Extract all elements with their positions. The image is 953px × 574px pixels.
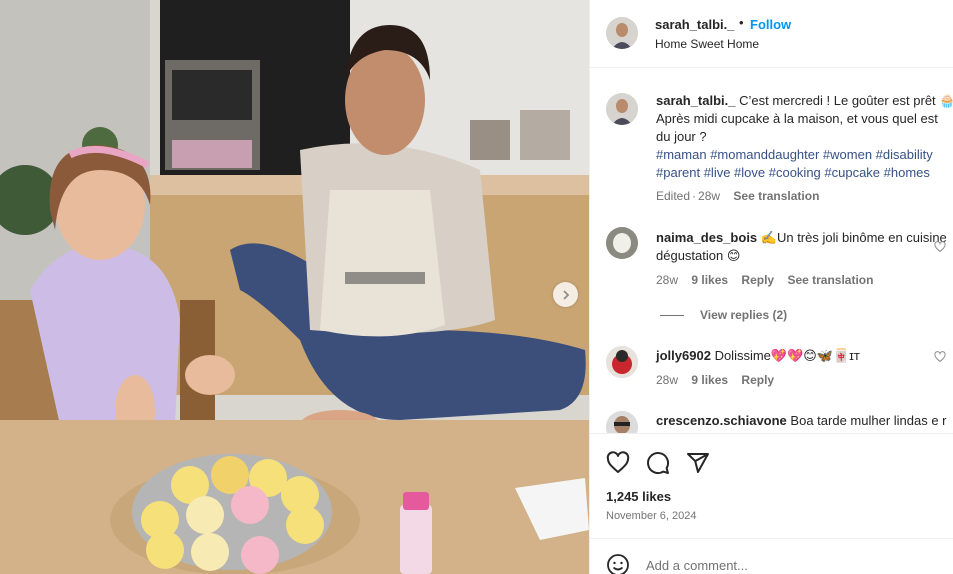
post-location[interactable]: Home Sweet Home <box>655 37 759 51</box>
heart-icon[interactable] <box>606 451 630 475</box>
caption-username[interactable]: sarah_talbi._ <box>656 93 736 108</box>
comment-text: Dolissime💖💖😊🦋🀄ɪᴛ <box>714 348 860 363</box>
comment-heart-icon[interactable] <box>934 241 946 253</box>
reply-button[interactable]: Reply <box>741 273 774 287</box>
avatar-image <box>606 411 638 433</box>
post-date[interactable]: November 6, 2024 <box>606 510 697 522</box>
avatar-image <box>606 346 638 378</box>
comment-username[interactable]: jolly6902 <box>656 348 711 363</box>
comment-likes[interactable]: 9 likes <box>691 373 728 387</box>
post-side-panel: sarah_talbi._ • Follow Home Sweet Home s… <box>589 0 953 574</box>
caption-line: sarah_talbi._ C’est mercredi ! Le goûter… <box>656 92 953 110</box>
comment-meta: 28w 9 likes Reply See translation <box>656 273 883 287</box>
replies-divider <box>660 314 684 316</box>
post-header: sarah_talbi._ • Follow Home Sweet Home <box>590 0 953 68</box>
see-translation-link[interactable]: See translation <box>733 189 819 203</box>
avatar-image <box>606 93 638 125</box>
edited-label: Edited <box>656 189 691 203</box>
caption-age[interactable]: 28w <box>698 189 720 203</box>
carousel-next-button[interactable] <box>553 282 578 307</box>
comment-line: jolly6902 Dolissime💖💖😊🦋🀄ɪᴛ <box>656 347 953 365</box>
see-translation-link[interactable]: See translation <box>787 273 873 287</box>
comment-line: crescenzo.schiavone Boa tarde mulher lin… <box>656 412 953 430</box>
comment-username[interactable]: crescenzo.schiavone <box>656 413 787 428</box>
comment-heart-icon[interactable] <box>934 351 946 363</box>
caption-hashtags[interactable]: #parent #live #love #cooking #cupcake #h… <box>656 164 953 182</box>
likes-count[interactable]: 1,245 likes <box>606 489 671 504</box>
caption-avatar[interactable] <box>606 93 638 125</box>
caption-meta: Edited · 28w See translation <box>656 189 820 203</box>
caption-text: C’est mercredi ! Le goûter est prêt 🧁 <box>739 93 953 108</box>
commenter-avatar[interactable] <box>606 411 638 433</box>
view-replies-label: View replies (2) <box>700 308 788 322</box>
author-username[interactable]: sarah_talbi._ <box>655 17 735 32</box>
comment-text: ✍️Un très joli binôme en cuisine <box>760 230 947 245</box>
share-icon[interactable] <box>686 451 710 475</box>
comment-likes[interactable]: 9 likes <box>691 273 728 287</box>
avatar-image <box>606 17 638 49</box>
comment-text-line2: dégustation 😊 <box>656 248 741 263</box>
commenter-avatar[interactable] <box>606 346 638 378</box>
comments-list[interactable]: sarah_talbi._ C’est mercredi ! Le goûter… <box>590 69 953 433</box>
avatar-image <box>606 227 638 259</box>
add-comment-bar: Add a comment... <box>590 538 953 574</box>
author-avatar[interactable] <box>606 17 638 49</box>
post-photo[interactable] <box>0 0 589 574</box>
caption-text-line2: Après midi cupcake à la maison, et vous … <box>656 111 938 126</box>
comment-text: Boa tarde mulher lindas e r <box>790 413 947 428</box>
caption-text-line3: du jour ? <box>656 129 707 144</box>
add-comment-input[interactable]: Add a comment... <box>646 558 748 573</box>
commenter-avatar[interactable] <box>606 227 638 259</box>
comment-username[interactable]: naima_des_bois <box>656 230 757 245</box>
comment-age[interactable]: 28w <box>656 373 678 387</box>
chevron-right-icon <box>562 289 569 300</box>
follow-button[interactable]: Follow <box>750 17 791 32</box>
comment-age[interactable]: 28w <box>656 273 678 287</box>
view-replies-button[interactable]: View replies (2) <box>660 308 787 322</box>
reply-button[interactable]: Reply <box>741 373 774 387</box>
comment-line: naima_des_bois ✍️Un très joli binôme en … <box>656 229 953 247</box>
comment-meta: 28w 9 likes Reply <box>656 373 784 387</box>
comment-icon[interactable] <box>646 451 670 475</box>
emoji-icon[interactable] <box>606 553 630 574</box>
caption-hashtags[interactable]: #maman #momanddaughter #women #disabilit… <box>656 146 953 164</box>
post-image <box>0 0 589 574</box>
separator-dot: • <box>739 15 744 30</box>
